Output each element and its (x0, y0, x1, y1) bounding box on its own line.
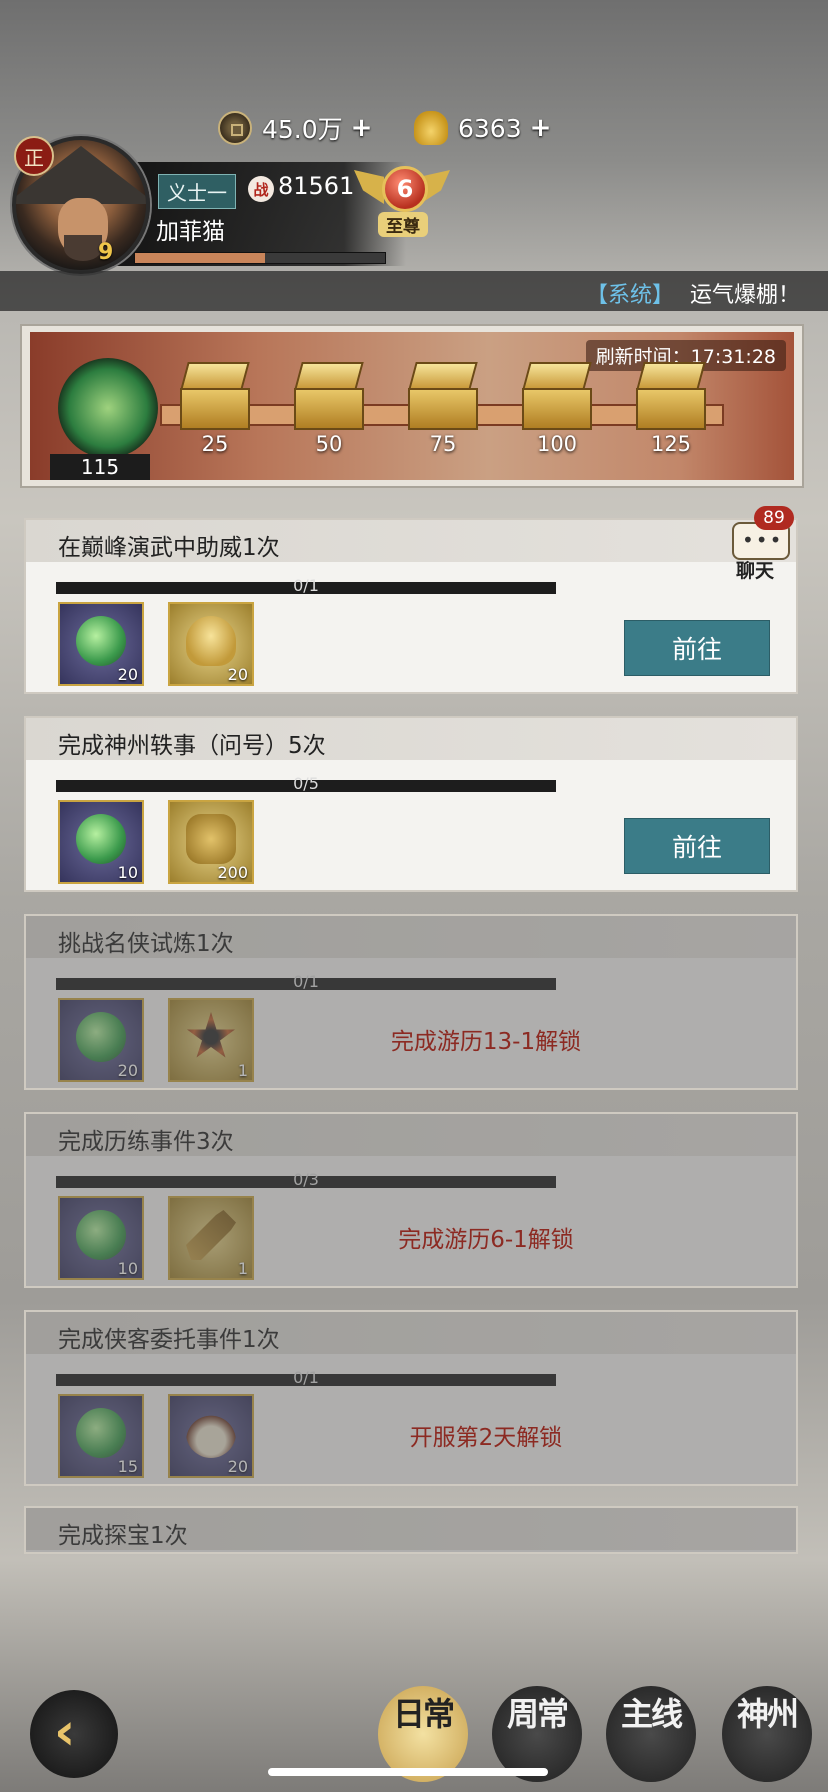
combat-power: 81561 (278, 172, 355, 200)
vip-level: 6 (382, 166, 428, 212)
go-button[interactable]: 前往 (624, 620, 770, 676)
power-icon: 战 (248, 176, 274, 202)
title-badge: 义士一 (158, 174, 236, 209)
reward-chest[interactable] (522, 362, 592, 430)
chest-icon (408, 388, 478, 430)
unlock-condition: 完成游历6-1解锁 (398, 1227, 574, 1253)
locked-overlay (26, 916, 796, 1088)
chest-milestone: 75 (429, 432, 457, 456)
chest-icon (180, 388, 250, 430)
locked-overlay (26, 1114, 796, 1286)
chest-icon (522, 388, 592, 430)
player-level: 9 (98, 240, 114, 265)
token-count: 115 (50, 454, 150, 480)
chest-lid-icon (522, 362, 592, 390)
player-name: 加菲猫 (156, 219, 225, 245)
wing-left-icon (354, 170, 384, 204)
back-arrow-icon: ‹ (54, 1702, 76, 1762)
reward-qty: 200 (217, 863, 248, 882)
xp-bar (134, 252, 386, 264)
xp-fill (135, 253, 265, 263)
ticker-tag: 【系统】 (586, 283, 675, 308)
reward-chest[interactable] (408, 362, 478, 430)
chest-lid-icon (180, 362, 250, 390)
task-progress-text: 0/1 (293, 576, 319, 595)
task-progress-bar: 0/1 (56, 576, 556, 595)
chest-milestone: 100 (536, 432, 578, 456)
reward-item[interactable]: 20 (58, 602, 144, 686)
ingot-currency: 6363 + (414, 110, 551, 146)
back-button[interactable]: ‹ (30, 1690, 118, 1778)
reward-qty: 20 (227, 665, 248, 684)
task-header: 完成神州轶事（问号）5次 (26, 718, 796, 760)
reward-qty: 20 (117, 665, 138, 684)
scroll-icon (186, 814, 236, 864)
jade-token-icon (58, 358, 158, 458)
reward-chest[interactable] (294, 362, 364, 430)
unlock-condition: 开服第2天解锁 (409, 1425, 563, 1451)
beard-icon (64, 235, 102, 261)
reward-item[interactable]: 20 (168, 602, 254, 686)
reward-chest[interactable] (180, 362, 250, 430)
task-title: 在巅峰演武中助威1次 (58, 535, 280, 561)
tab-shenzhou[interactable]: 神州 (722, 1686, 812, 1782)
vip-label: 至尊 (378, 212, 428, 237)
chest-milestone: 25 (201, 432, 229, 456)
jade-icon (76, 814, 126, 864)
locked-overlay (26, 1312, 796, 1484)
ticker-message: 运气爆棚！ (690, 283, 801, 308)
coin-value: 45.0万 (262, 115, 343, 144)
chest-milestone: 50 (315, 432, 343, 456)
go-button[interactable]: 前往 (624, 818, 770, 874)
coin-currency: 45.0万 + (218, 110, 372, 146)
reward-item[interactable]: 200 (168, 800, 254, 884)
chest-lid-icon (636, 362, 706, 390)
tab-main[interactable]: 主线 (606, 1686, 696, 1782)
tab-label: 神州 (736, 1695, 799, 1733)
task-card: 完成探宝1次 (24, 1506, 798, 1554)
news-ticker: 【系统】 运气爆棚！ (0, 271, 828, 311)
chat-dots: ••• (742, 528, 784, 552)
locked-overlay (26, 1508, 796, 1552)
chest-lid-icon (294, 362, 364, 390)
task-progress-bar: 0/5 (56, 774, 556, 793)
reward-qty: 10 (117, 863, 138, 882)
ingot-icon (414, 111, 448, 145)
tab-label: 周常 (506, 1695, 569, 1733)
coin-icon (218, 111, 252, 145)
jade-icon (76, 616, 126, 666)
chat-button[interactable]: ••• 89 聊天 (730, 506, 794, 582)
task-card: 在巅峰演武中助威1次 0/1 20 20 前往 (24, 518, 798, 694)
alignment-badge: 正 (14, 136, 54, 176)
home-indicator[interactable] (268, 1768, 548, 1776)
vip-badge[interactable]: 6 至尊 (352, 156, 452, 238)
task-card-locked: 完成历练事件3次 0/3 10 1 完成游历6-1解锁 (24, 1112, 798, 1288)
chest-icon (636, 388, 706, 430)
chest-lid-icon (408, 362, 478, 390)
add-coin-button[interactable]: + (351, 113, 373, 143)
track-background: 刷新时间：17:31:28 115 25 50 75 100 125 (30, 332, 794, 480)
chat-label: 聊天 (736, 560, 775, 582)
task-card-locked: 挑战名侠试炼1次 0/1 20 1 完成游历13-1解锁 (24, 914, 798, 1090)
task-card-locked: 完成侠客委托事件1次 0/1 15 20 开服第2天解锁 (24, 1310, 798, 1486)
task-progress-text: 0/5 (293, 774, 319, 793)
add-ingot-button[interactable]: + (530, 113, 552, 143)
chat-unread-badge: 89 (754, 506, 794, 530)
unlock-condition: 完成游历13-1解锁 (390, 1029, 582, 1055)
task-card: 完成神州轶事（问号）5次 0/5 10 200 前往 (24, 716, 798, 892)
chest-icon (294, 388, 364, 430)
task-header: 在巅峰演武中助威1次 (26, 520, 796, 562)
task-title: 完成神州轶事（问号）5次 (58, 733, 326, 759)
tab-label: 日常 (392, 1695, 455, 1733)
ingot-value: 6363 (458, 113, 522, 143)
reward-item[interactable]: 10 (58, 800, 144, 884)
activity-reward-track: 刷新时间：17:31:28 115 25 50 75 100 125 (20, 324, 804, 488)
tab-label: 主线 (620, 1695, 683, 1733)
reward-chest[interactable] (636, 362, 706, 430)
ingot-icon (186, 616, 236, 666)
chest-milestone: 125 (650, 432, 692, 456)
